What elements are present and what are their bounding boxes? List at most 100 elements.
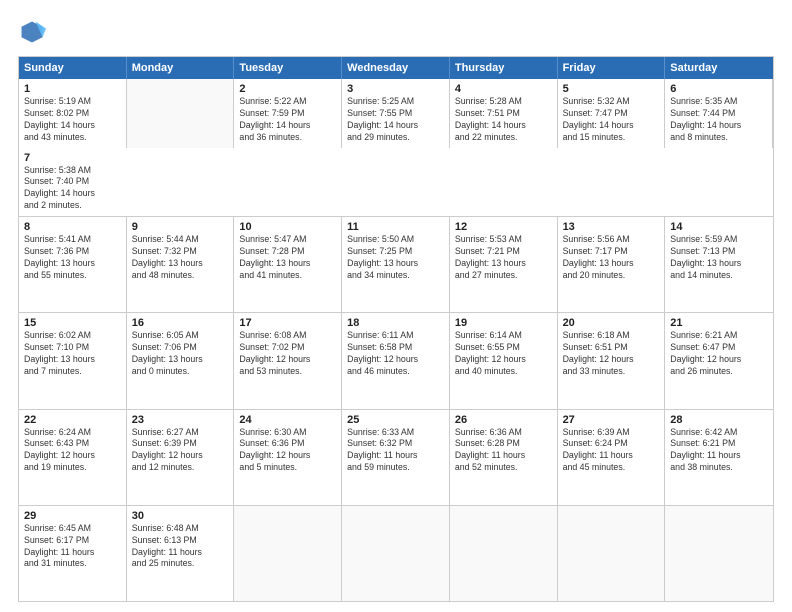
calendar-row-3: 15Sunrise: 6:02 AMSunset: 7:10 PMDayligh… [19,312,773,408]
day-number: 29 [24,510,121,522]
calendar-cell-15: 15Sunrise: 6:02 AMSunset: 7:10 PMDayligh… [19,313,127,408]
calendar-cell-21: 21Sunrise: 6:21 AMSunset: 6:47 PMDayligh… [665,313,773,408]
day-number: 27 [563,414,660,426]
calendar-cell-empty [342,506,450,601]
day-number: 13 [563,221,660,233]
calendar-cell-19: 19Sunrise: 6:14 AMSunset: 6:55 PMDayligh… [450,313,558,408]
header-day-tuesday: Tuesday [234,57,342,79]
cell-data: Sunrise: 5:38 AMSunset: 7:40 PMDaylight:… [24,165,95,211]
day-number: 3 [347,83,444,95]
calendar-body: 1Sunrise: 5:19 AMSunset: 8:02 PMDaylight… [19,79,773,601]
calendar-cell-2: 2Sunrise: 5:22 AMSunset: 7:59 PMDaylight… [234,79,342,148]
calendar-cell-26: 26Sunrise: 6:36 AMSunset: 6:28 PMDayligh… [450,410,558,505]
calendar-cell-3: 3Sunrise: 5:25 AMSunset: 7:55 PMDaylight… [342,79,450,148]
calendar-row-5: 29Sunrise: 6:45 AMSunset: 6:17 PMDayligh… [19,505,773,601]
day-number: 5 [563,83,660,95]
calendar-cell-22: 22Sunrise: 6:24 AMSunset: 6:43 PMDayligh… [19,410,127,505]
calendar-cell-17: 17Sunrise: 6:08 AMSunset: 7:02 PMDayligh… [234,313,342,408]
header-day-sunday: Sunday [19,57,127,79]
calendar-cell-27: 27Sunrise: 6:39 AMSunset: 6:24 PMDayligh… [558,410,666,505]
cell-data: Sunrise: 6:36 AMSunset: 6:28 PMDaylight:… [455,427,525,473]
calendar-cell-6: 6Sunrise: 5:35 AMSunset: 7:44 PMDaylight… [665,79,773,148]
header-day-thursday: Thursday [450,57,558,79]
cell-data: Sunrise: 5:19 AMSunset: 8:02 PMDaylight:… [24,96,95,142]
day-number: 28 [670,414,768,426]
header-day-monday: Monday [127,57,235,79]
cell-data: Sunrise: 6:24 AMSunset: 6:43 PMDaylight:… [24,427,95,473]
cell-data: Sunrise: 6:48 AMSunset: 6:13 PMDaylight:… [132,523,202,569]
day-number: 9 [132,221,229,233]
day-number: 4 [455,83,552,95]
calendar-cell-30: 30Sunrise: 6:48 AMSunset: 6:13 PMDayligh… [127,506,235,601]
day-number: 8 [24,221,121,233]
calendar-row-4: 22Sunrise: 6:24 AMSunset: 6:43 PMDayligh… [19,409,773,505]
cell-data: Sunrise: 5:35 AMSunset: 7:44 PMDaylight:… [670,96,741,142]
cell-data: Sunrise: 5:22 AMSunset: 7:59 PMDaylight:… [239,96,310,142]
cell-data: Sunrise: 6:27 AMSunset: 6:39 PMDaylight:… [132,427,203,473]
header-day-wednesday: Wednesday [342,57,450,79]
cell-data: Sunrise: 6:11 AMSunset: 6:58 PMDaylight:… [347,330,418,376]
cell-data: Sunrise: 6:14 AMSunset: 6:55 PMDaylight:… [455,330,526,376]
header-day-friday: Friday [558,57,666,79]
calendar-cell-empty [127,79,235,148]
calendar-cell-empty [450,506,558,601]
cell-data: Sunrise: 6:02 AMSunset: 7:10 PMDaylight:… [24,330,95,376]
day-number: 26 [455,414,552,426]
day-number: 22 [24,414,121,426]
cell-data: Sunrise: 6:21 AMSunset: 6:47 PMDaylight:… [670,330,741,376]
day-number: 16 [132,317,229,329]
cell-data: Sunrise: 5:25 AMSunset: 7:55 PMDaylight:… [347,96,418,142]
calendar-cell-18: 18Sunrise: 6:11 AMSunset: 6:58 PMDayligh… [342,313,450,408]
day-number: 18 [347,317,444,329]
calendar-cell-8: 8Sunrise: 5:41 AMSunset: 7:36 PMDaylight… [19,217,127,312]
calendar-cell-13: 13Sunrise: 5:56 AMSunset: 7:17 PMDayligh… [558,217,666,312]
day-number: 7 [24,152,122,164]
cell-data: Sunrise: 5:32 AMSunset: 7:47 PMDaylight:… [563,96,634,142]
calendar-cell-23: 23Sunrise: 6:27 AMSunset: 6:39 PMDayligh… [127,410,235,505]
cell-data: Sunrise: 6:39 AMSunset: 6:24 PMDaylight:… [563,427,633,473]
calendar-cell-empty [665,506,773,601]
calendar-cell-11: 11Sunrise: 5:50 AMSunset: 7:25 PMDayligh… [342,217,450,312]
cell-data: Sunrise: 5:50 AMSunset: 7:25 PMDaylight:… [347,234,418,280]
cell-data: Sunrise: 5:53 AMSunset: 7:21 PMDaylight:… [455,234,526,280]
day-number: 10 [239,221,336,233]
cell-data: Sunrise: 5:41 AMSunset: 7:36 PMDaylight:… [24,234,95,280]
calendar-cell-16: 16Sunrise: 6:05 AMSunset: 7:06 PMDayligh… [127,313,235,408]
calendar-cell-empty [558,506,666,601]
calendar-cell-25: 25Sunrise: 6:33 AMSunset: 6:32 PMDayligh… [342,410,450,505]
calendar-cell-29: 29Sunrise: 6:45 AMSunset: 6:17 PMDayligh… [19,506,127,601]
day-number: 25 [347,414,444,426]
day-number: 1 [24,83,121,95]
cell-data: Sunrise: 5:59 AMSunset: 7:13 PMDaylight:… [670,234,741,280]
page: SundayMondayTuesdayWednesdayThursdayFrid… [0,0,792,612]
calendar: SundayMondayTuesdayWednesdayThursdayFrid… [18,56,774,602]
day-number: 24 [239,414,336,426]
cell-data: Sunrise: 6:05 AMSunset: 7:06 PMDaylight:… [132,330,203,376]
cell-data: Sunrise: 5:44 AMSunset: 7:32 PMDaylight:… [132,234,203,280]
day-number: 30 [132,510,229,522]
day-number: 6 [670,83,767,95]
day-number: 2 [239,83,336,95]
calendar-cell-7: 7Sunrise: 5:38 AMSunset: 7:40 PMDaylight… [19,148,127,217]
day-number: 23 [132,414,229,426]
day-number: 12 [455,221,552,233]
calendar-cell-empty [234,506,342,601]
calendar-cell-28: 28Sunrise: 6:42 AMSunset: 6:21 PMDayligh… [665,410,773,505]
logo-icon [18,18,46,46]
day-number: 20 [563,317,660,329]
cell-data: Sunrise: 5:47 AMSunset: 7:28 PMDaylight:… [239,234,310,280]
logo [18,18,50,46]
calendar-cell-12: 12Sunrise: 5:53 AMSunset: 7:21 PMDayligh… [450,217,558,312]
cell-data: Sunrise: 5:28 AMSunset: 7:51 PMDaylight:… [455,96,526,142]
day-number: 11 [347,221,444,233]
day-number: 14 [670,221,768,233]
day-number: 17 [239,317,336,329]
header-day-saturday: Saturday [665,57,773,79]
day-number: 21 [670,317,768,329]
calendar-cell-9: 9Sunrise: 5:44 AMSunset: 7:32 PMDaylight… [127,217,235,312]
calendar-row-2: 8Sunrise: 5:41 AMSunset: 7:36 PMDaylight… [19,216,773,312]
cell-data: Sunrise: 5:56 AMSunset: 7:17 PMDaylight:… [563,234,634,280]
cell-data: Sunrise: 6:42 AMSunset: 6:21 PMDaylight:… [670,427,740,473]
calendar-row-1: 1Sunrise: 5:19 AMSunset: 8:02 PMDaylight… [19,79,773,216]
day-number: 19 [455,317,552,329]
